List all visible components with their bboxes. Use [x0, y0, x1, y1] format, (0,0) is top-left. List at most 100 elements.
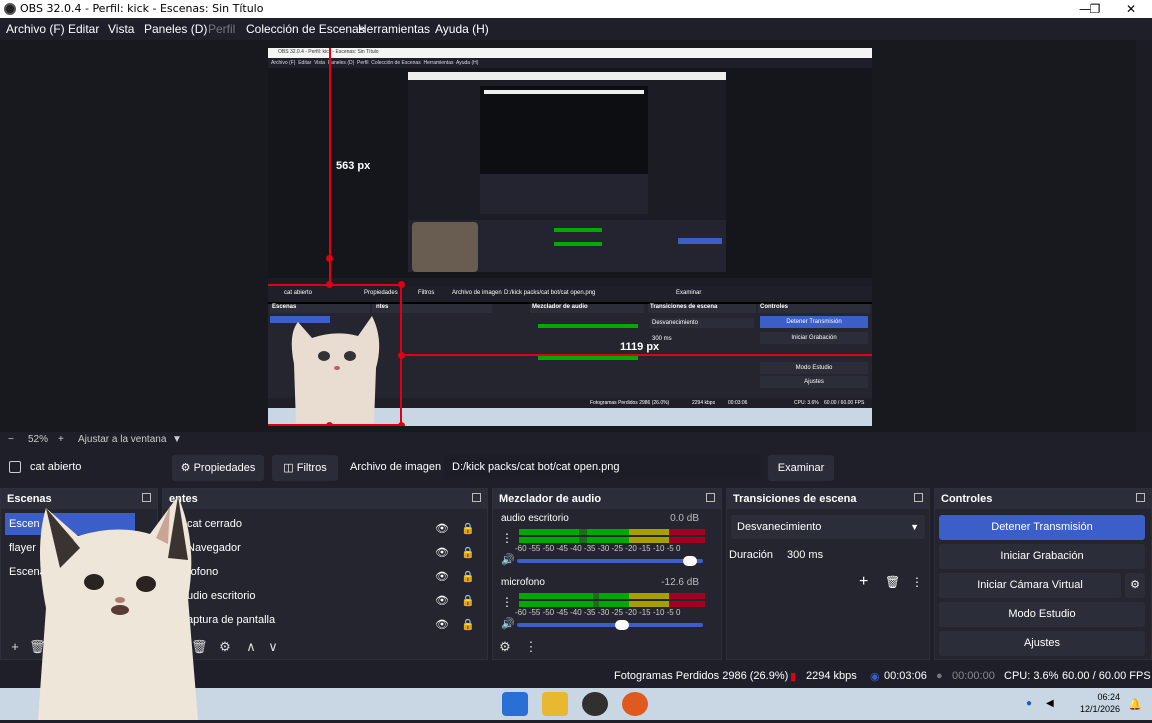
speaker-icon[interactable]: 🔊 [501, 553, 515, 566]
duration-value: 300 ms [787, 549, 824, 561]
menu-perfil[interactable]: Perfil [208, 22, 235, 36]
menu-dots-icon[interactable]: ⋮ [501, 595, 513, 609]
transition-select[interactable]: Desvanecimiento ▼ [731, 515, 925, 539]
menu-archivo[interactable]: Archivo (F) [6, 22, 65, 36]
menu-dots-icon[interactable]: ⋮ [501, 531, 513, 545]
notification-bell-icon[interactable]: 🔔 [1128, 698, 1142, 711]
lock-icon[interactable]: 🔒 [461, 566, 475, 583]
source-item[interactable]: aptura de pantalla 👁 🔒 [187, 609, 475, 631]
nested-status-fps: 60.00 / 60.00 FPS [824, 400, 865, 406]
menu-vista[interactable]: Vista [108, 22, 134, 36]
zoom-dropdown-icon[interactable]: ▼ [172, 434, 182, 445]
volume-icon[interactable]: ◀ [1046, 698, 1054, 709]
studio-mode-button[interactable]: Modo Estudio [939, 602, 1145, 627]
selection-box[interactable] [268, 284, 402, 426]
zoom-out-button[interactable]: − [8, 434, 14, 445]
measure-label-horizontal: 1119 px [620, 341, 660, 353]
nested-menubar: Archivo (F) Editar Vista Paneles (D) Per… [268, 58, 872, 68]
menu-ayuda[interactable]: Ayuda (H) [435, 22, 489, 36]
source-item[interactable]: rofono 👁 🔒 [187, 561, 475, 583]
lock-icon[interactable]: 🔒 [461, 614, 475, 631]
transitions-title-text: Transiciones de escena [733, 493, 857, 505]
gear-icon[interactable]: ⚙ [497, 639, 513, 655]
channel-db: -12.6 dB [661, 577, 699, 588]
eye-icon[interactable]: 👁 [435, 542, 449, 559]
handle-br[interactable] [398, 422, 405, 426]
close-button[interactable]: ✕ [1114, 0, 1148, 18]
network-icon[interactable]: ● [1026, 698, 1032, 709]
firefox-icon[interactable] [622, 692, 648, 716]
move-up-icon[interactable]: ∧ [243, 639, 259, 655]
maximize-button[interactable]: ❐ [1078, 0, 1112, 18]
lock-icon[interactable]: 🔒 [461, 590, 475, 607]
float-icon[interactable] [472, 493, 481, 502]
tray-clock[interactable]: 06:24 12/1/2026 [1080, 691, 1120, 715]
source-item[interactable]: udio escritorio 👁 🔒 [187, 585, 475, 607]
transitions-title: Transiciones de escena [727, 489, 929, 509]
sources-title: entes [163, 489, 487, 509]
properties-button[interactable]: ⚙ Propiedades [172, 455, 264, 481]
windows-start-icon[interactable] [502, 692, 528, 716]
preview-scrollbar[interactable] [1136, 40, 1152, 432]
preview-canvas[interactable]: OBS 32.0.4 - Perfil: kick - Escenas: Sin… [268, 48, 872, 426]
eye-icon[interactable]: 👁 [435, 590, 449, 607]
nested-duration: 300 ms [652, 336, 672, 342]
nested-stop: Detener Transmisión [760, 316, 868, 328]
nested-menu: Archivo (F) Editar Vista Paneles (D) Per… [271, 60, 479, 66]
measure-handle[interactable] [326, 255, 333, 262]
menu-dots-icon[interactable]: ⋮ [523, 639, 539, 655]
lock-icon[interactable]: 🔒 [461, 542, 475, 559]
channel-name: audio escritorio [501, 513, 569, 524]
stop-stream-button[interactable]: Detener Transmisión [939, 515, 1145, 540]
handle-bc[interactable] [326, 422, 333, 426]
speaker-icon[interactable]: 🔊 [501, 617, 515, 630]
mixer-title: Mezclador de audio [493, 489, 721, 509]
menu-coleccion-escenas[interactable]: Colección de Escenas [246, 22, 365, 36]
tray-time: 06:24 [1097, 692, 1121, 702]
settings-button[interactable]: Ajustes [939, 631, 1145, 656]
nested-level-2 [408, 72, 726, 272]
virtual-camera-button[interactable]: Iniciar Cámara Virtual [939, 573, 1121, 598]
start-recording-button[interactable]: Iniciar Grabación [939, 544, 1145, 569]
menu-paneles[interactable]: Paneles (D) [144, 22, 207, 36]
float-icon[interactable] [1136, 493, 1145, 502]
volume-slider[interactable] [517, 556, 703, 566]
float-icon[interactable] [706, 493, 715, 502]
float-icon[interactable] [914, 493, 923, 502]
move-down-icon[interactable]: ∨ [265, 639, 281, 655]
handle-mr[interactable] [398, 352, 405, 359]
browse-button[interactable]: Examinar [768, 455, 834, 481]
image-file-label: Archivo de imagen [350, 461, 442, 473]
eye-icon[interactable]: 👁 [435, 518, 449, 535]
gear-icon[interactable]: ⚙ [217, 639, 233, 655]
image-path-field[interactable]: D:/kick packs/cat bot/cat open.png [444, 455, 762, 479]
file-explorer-icon[interactable] [542, 692, 568, 716]
mixer-channel: audio escritorio 0.0 dB ⋮ -60 -55 -50 -4… [497, 513, 707, 569]
filters-button[interactable]: ◫ Filtros [272, 455, 338, 481]
lock-icon[interactable]: 🔒 [461, 518, 475, 535]
trash-icon[interactable]: 🗑 [885, 575, 900, 589]
zoom-fit-button[interactable]: Ajustar a la ventana [78, 434, 166, 445]
nested-rec: Iniciar Grabación [760, 332, 868, 344]
zoom-in-button[interactable]: + [58, 434, 64, 445]
eye-icon[interactable]: 👁 [435, 614, 449, 631]
gear-icon[interactable]: ⚙ [1125, 573, 1145, 598]
menu-dots-icon[interactable]: ⋮ [911, 575, 923, 589]
volume-knob[interactable] [683, 556, 698, 566]
handle-tc[interactable] [326, 281, 333, 288]
transitions-dock: Transiciones de escena Desvanecimiento ▼… [726, 488, 930, 660]
volume-slider[interactable] [517, 620, 703, 630]
meter-ticks: -60 -55 -50 -45 -40 -35 -30 -25 -20 -15 … [515, 608, 681, 617]
measure-line-vertical [329, 48, 331, 286]
add-icon[interactable]: + [859, 573, 868, 591]
eye-icon[interactable]: 👁 [435, 566, 449, 583]
obs-taskbar-icon[interactable] [582, 692, 608, 716]
menu-herramientas[interactable]: Herramientas [358, 22, 430, 36]
menu-editar[interactable]: Editar [68, 22, 99, 36]
source-item[interactable]: Navegador 👁 🔒 [187, 537, 475, 559]
volume-knob[interactable] [614, 620, 629, 630]
measure-line-horizontal [402, 354, 872, 356]
duration-spinbox[interactable]: 300 ms [783, 543, 925, 567]
handle-tr[interactable] [398, 281, 405, 288]
source-item[interactable]: cat cerrado 👁 🔒 [187, 513, 475, 535]
